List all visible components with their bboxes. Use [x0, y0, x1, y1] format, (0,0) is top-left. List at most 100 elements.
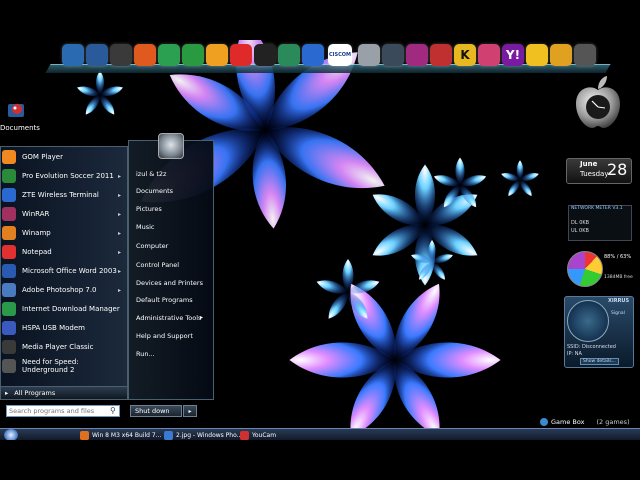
- media-player-icon: [2, 340, 16, 354]
- taskbar-button-label: 2.jpg - Windows Pho...: [176, 431, 243, 439]
- start-link-administrative-tools[interactable]: Administrative Tools ▸: [136, 314, 203, 322]
- brush-icon[interactable]: [478, 44, 500, 66]
- spreadsheet-icon[interactable]: [278, 44, 300, 66]
- start-link-devices-and-printers[interactable]: Devices and Printers: [136, 279, 203, 287]
- shutdown-options-button[interactable]: ▸: [183, 405, 197, 417]
- program-label: Microsoft Office Word 2003: [22, 267, 117, 275]
- photoshop-icon: [2, 283, 16, 297]
- start-link-label: Administrative Tools: [136, 314, 202, 322]
- network-meter-title: NETWORK METER V3.1: [571, 206, 623, 211]
- chevron-right-icon: ▸: [5, 389, 9, 397]
- start-menu-links-pane: [128, 140, 214, 400]
- program-label: Media Player Classic: [22, 343, 94, 351]
- idm-icon: [2, 302, 16, 316]
- letterbox-bottom: [0, 440, 640, 480]
- yahoo-icon[interactable]: Y!: [502, 44, 524, 66]
- notepad-icon: [2, 245, 16, 259]
- monitor-icon[interactable]: [62, 44, 84, 66]
- program-item[interactable]: Pro Evolution Soccer 2011 ▸: [2, 167, 124, 185]
- wifi-signal-label: Signal: [611, 311, 625, 316]
- colorful-diamond-icon[interactable]: [206, 44, 228, 66]
- program-item[interactable]: GOM Player: [2, 148, 124, 166]
- calendar-day: Tuesday: [580, 170, 609, 178]
- ciscom-label: CISCOM: [328, 52, 352, 58]
- start-link-pictures[interactable]: Pictures: [136, 205, 162, 213]
- game-box-icon: [540, 418, 548, 426]
- start-link-label: Run...: [136, 350, 155, 358]
- tool-icon[interactable]: [382, 44, 404, 66]
- chevron-right-icon: ▸: [117, 248, 121, 256]
- wifi-ssid-text: SSID: Disconnected: [567, 344, 616, 350]
- program-item[interactable]: Microsoft Office Word 2003 ▸: [2, 262, 124, 280]
- zte-icon: [2, 188, 16, 202]
- start-link-izul-t2z[interactable]: izul & t2z: [136, 170, 166, 178]
- ms-office-icon[interactable]: [134, 44, 156, 66]
- chevron-right-icon: ▸: [117, 286, 121, 294]
- program-label: Winamp: [22, 229, 51, 237]
- green-triangle-icon[interactable]: [158, 44, 180, 66]
- program-item[interactable]: WinRAR ▸: [2, 205, 124, 223]
- start-link-control-panel[interactable]: Control Panel: [136, 261, 179, 269]
- program-item[interactable]: Winamp ▸: [2, 224, 124, 242]
- globe-icon[interactable]: [86, 44, 108, 66]
- program-item[interactable]: ZTE Wireless Terminal ▸: [2, 186, 124, 204]
- start-link-documents[interactable]: Documents: [136, 187, 173, 195]
- k-icon[interactable]: K: [454, 44, 476, 66]
- game-box-bar[interactable]: Game Box (2 games): [540, 418, 630, 426]
- show-details-button[interactable]: Show details...: [580, 358, 619, 365]
- start-link-help-and-support[interactable]: Help and Support: [136, 332, 193, 340]
- trash-icon[interactable]: [574, 44, 596, 66]
- program-label: GOM Player: [22, 153, 63, 161]
- chevron-right-icon: ▸: [117, 210, 121, 218]
- calendar-month: June: [580, 160, 598, 168]
- start-link-computer[interactable]: Computer: [136, 242, 168, 250]
- desktop-screen: CISCOM K Y! Documents GOM Player Pro Evolut…: [0, 0, 640, 480]
- taskbar-button-label: Win 8 M3 x64 Build 7...: [92, 431, 162, 439]
- program-item[interactable]: Need for Speed: Underground 2: [2, 357, 124, 375]
- taskbar-button[interactable]: 2.jpg - Windows Pho...: [164, 430, 242, 440]
- chevron-right-icon: ▸: [117, 267, 121, 275]
- start-link-run[interactable]: Run...: [136, 350, 155, 358]
- pen-icon[interactable]: [358, 44, 380, 66]
- user-avatar[interactable]: [158, 133, 184, 159]
- desktop-icon-documents[interactable]: Documents: [0, 100, 44, 132]
- taskbar-button[interactable]: Win 8 M3 x64 Build 7...: [80, 430, 161, 440]
- start-link-label: Music: [136, 223, 155, 231]
- game-box-count: (2 games): [596, 418, 630, 426]
- photo-viewer-icon: [164, 430, 173, 440]
- program-label: ZTE Wireless Terminal: [22, 191, 99, 199]
- search-icon[interactable]: ⚲: [110, 406, 120, 416]
- program-item[interactable]: Adobe Photoshop 7.0 ▸: [2, 281, 124, 299]
- ie-icon[interactable]: [302, 44, 324, 66]
- smiley-icon[interactable]: [526, 44, 548, 66]
- start-link-label: izul & t2z: [136, 170, 167, 178]
- modem-icon: [2, 321, 16, 335]
- all-programs-label: All Programs: [14, 389, 56, 397]
- cpu-usage-pie-icon: [567, 251, 603, 287]
- lips-icon[interactable]: [230, 44, 252, 66]
- program-label: Notepad: [22, 248, 52, 256]
- game-box-label: Game Box: [551, 418, 585, 426]
- ciscom-icon[interactable]: CISCOM: [328, 44, 352, 66]
- program-item[interactable]: Notepad ▸: [2, 243, 124, 261]
- sphere-icon[interactable]: [110, 44, 132, 66]
- gom-player-icon: [2, 150, 16, 164]
- program-item[interactable]: Media Player Classic: [2, 338, 124, 356]
- 3d-icon[interactable]: [406, 44, 428, 66]
- tools-icon[interactable]: [430, 44, 452, 66]
- game-controller-icon[interactable]: [254, 44, 276, 66]
- start-link-music[interactable]: Music: [136, 223, 155, 231]
- shutdown-button[interactable]: Shut down: [130, 405, 182, 417]
- all-programs-button[interactable]: ▸ All Programs: [0, 386, 128, 400]
- word-icon: [2, 264, 16, 278]
- search-input[interactable]: [6, 405, 120, 417]
- program-label: Need for Speed: Underground 2: [22, 358, 79, 374]
- start-link-label: Pictures: [136, 205, 162, 213]
- taskbar-button[interactable]: YouCam: [240, 430, 276, 440]
- program-item[interactable]: HSPA USB Modem: [2, 319, 124, 337]
- airplane-icon[interactable]: [550, 44, 572, 66]
- start-link-default-programs[interactable]: Default Programs: [136, 296, 193, 304]
- program-item[interactable]: Internet Download Manager: [2, 300, 124, 318]
- eye-icon[interactable]: [182, 44, 204, 66]
- wifi-monitor-brand: XIRRUS: [608, 298, 630, 304]
